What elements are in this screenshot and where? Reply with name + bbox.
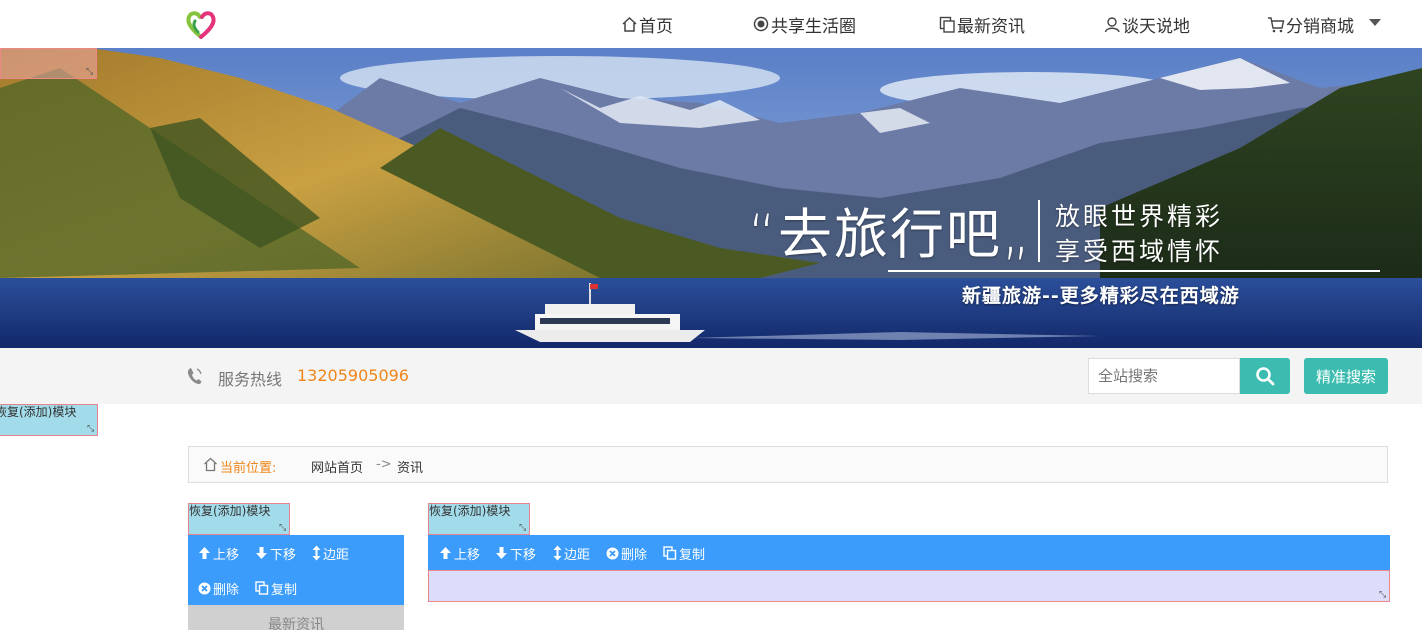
target-icon xyxy=(752,15,770,33)
banner-slogan-right-2: 享受西域情怀 xyxy=(1055,237,1224,266)
nav-shop[interactable]: 分销商城 xyxy=(1267,12,1354,37)
move-up-button[interactable]: 上移 xyxy=(198,543,239,563)
nav-news[interactable]: 最新资讯 xyxy=(938,12,1025,37)
banner-slogan-sub: 新疆旅游--更多精彩尽在西域游 xyxy=(962,285,1240,307)
nav-home[interactable]: 首页 xyxy=(620,12,673,37)
slogan-divider xyxy=(1038,200,1040,262)
hotline-label: 服务热线 xyxy=(218,370,283,389)
phone-icon xyxy=(187,368,202,385)
home-icon xyxy=(204,457,217,472)
resize-icon[interactable]: ⤡ xyxy=(519,524,527,533)
resize-icon[interactable]: ⤡ xyxy=(279,524,287,533)
site-search-input[interactable] xyxy=(1088,358,1240,394)
move-down-label: 下移 xyxy=(270,547,297,563)
banner-slogan-main: “去旅行吧„ xyxy=(748,203,1032,266)
left-module-restore-tag[interactable]: 恢复(添加)模块 ⤡ xyxy=(188,503,290,535)
right-module-content[interactable]: ⤡ xyxy=(428,570,1390,602)
resize-icon[interactable]: ⤡ xyxy=(1379,591,1387,600)
nav-chat-label: 谈天说地 xyxy=(1122,16,1190,37)
precise-search-button[interactable]: 精准搜索 xyxy=(1304,358,1388,394)
top-header: 首页 共享生活圈 最新资讯 谈天说地 分销商城 xyxy=(0,0,1422,48)
margin-button[interactable]: 边距 xyxy=(553,543,590,563)
breadcrumb xyxy=(188,446,1388,483)
copy-icon xyxy=(663,546,677,560)
move-up-label: 上移 xyxy=(213,547,240,563)
arrow-down-icon xyxy=(256,547,267,559)
chat-user-icon xyxy=(1103,15,1121,33)
slogan-underline xyxy=(888,270,1380,272)
nav-shop-label: 分销商城 xyxy=(1286,16,1354,37)
cart-icon xyxy=(1267,15,1285,33)
nav-life-circle[interactable]: 共享生活圈 xyxy=(752,12,856,37)
delete-icon xyxy=(198,582,211,594)
home-icon xyxy=(620,15,638,33)
copy-button[interactable]: 复制 xyxy=(255,578,297,598)
nav-news-label: 最新资讯 xyxy=(957,16,1025,37)
module-restore-label: 恢复(添加)模块 xyxy=(189,504,271,518)
copy-button[interactable]: 复制 xyxy=(663,543,705,563)
logo-icon[interactable] xyxy=(186,8,216,40)
delete-icon xyxy=(606,547,619,559)
nav-life-circle-label: 共享生活圈 xyxy=(771,16,856,37)
breadcrumb-separator: -> xyxy=(376,457,392,472)
right-module-toolbar: 上移 下移 边距 删除 复制 xyxy=(428,535,1390,570)
arrow-up-icon xyxy=(199,547,210,559)
chevron-down-icon[interactable] xyxy=(1369,19,1381,26)
copy-icon xyxy=(255,581,269,595)
left-panel-title: 最新资讯 xyxy=(188,605,404,630)
breadcrumb-current: 资讯 xyxy=(397,461,424,476)
move-down-button[interactable]: 下移 xyxy=(255,543,296,563)
banner-slogan-right-1: 放眼世界精彩 xyxy=(1055,202,1224,231)
hotline-number[interactable]: 13205905096 xyxy=(297,366,409,385)
search-button[interactable] xyxy=(1240,358,1290,394)
arrow-up-icon xyxy=(440,547,451,559)
resize-icon[interactable]: ⤡ xyxy=(86,68,94,77)
breadcrumb-home-link[interactable]: 网站首页 xyxy=(311,457,363,476)
copy-label: 复制 xyxy=(271,582,298,598)
move-down-label: 下移 xyxy=(510,547,537,563)
module-restore-label: 恢复(添加)模块 xyxy=(429,504,511,518)
margin-button[interactable]: 边距 xyxy=(312,543,349,563)
delete-label: 删除 xyxy=(213,582,240,598)
search-icon xyxy=(1256,367,1275,386)
breadcrumb-label: 当前位置: xyxy=(220,461,277,476)
module-restore-tag[interactable]: 恢复(添加)模块 ⤡ xyxy=(0,404,98,436)
delete-label: 删除 xyxy=(621,547,648,563)
margin-label: 边距 xyxy=(564,547,591,563)
move-down-button[interactable]: 下移 xyxy=(495,543,536,563)
vertical-arrows-icon xyxy=(553,545,562,561)
delete-button[interactable]: 删除 xyxy=(198,578,239,598)
banner-module-handle[interactable]: ⤡ xyxy=(0,48,97,79)
arrow-down-icon xyxy=(496,547,507,559)
copy-icon xyxy=(938,15,956,33)
resize-icon[interactable]: ⤡ xyxy=(87,425,95,434)
right-module-restore-tag[interactable]: 恢复(添加)模块 ⤡ xyxy=(428,503,530,535)
margin-label: 边距 xyxy=(323,547,350,563)
vertical-arrows-icon xyxy=(312,545,321,561)
module-restore-label: 恢复(添加)模块 xyxy=(0,405,77,419)
move-up-button[interactable]: 上移 xyxy=(439,543,480,563)
left-module-toolbar: 上移 下移 边距 删除 复制 xyxy=(188,535,404,605)
copy-label: 复制 xyxy=(679,547,706,563)
delete-button[interactable]: 删除 xyxy=(606,543,647,563)
nav-home-label: 首页 xyxy=(639,16,673,37)
move-up-label: 上移 xyxy=(454,547,481,563)
nav-chat[interactable]: 谈天说地 xyxy=(1103,12,1190,37)
